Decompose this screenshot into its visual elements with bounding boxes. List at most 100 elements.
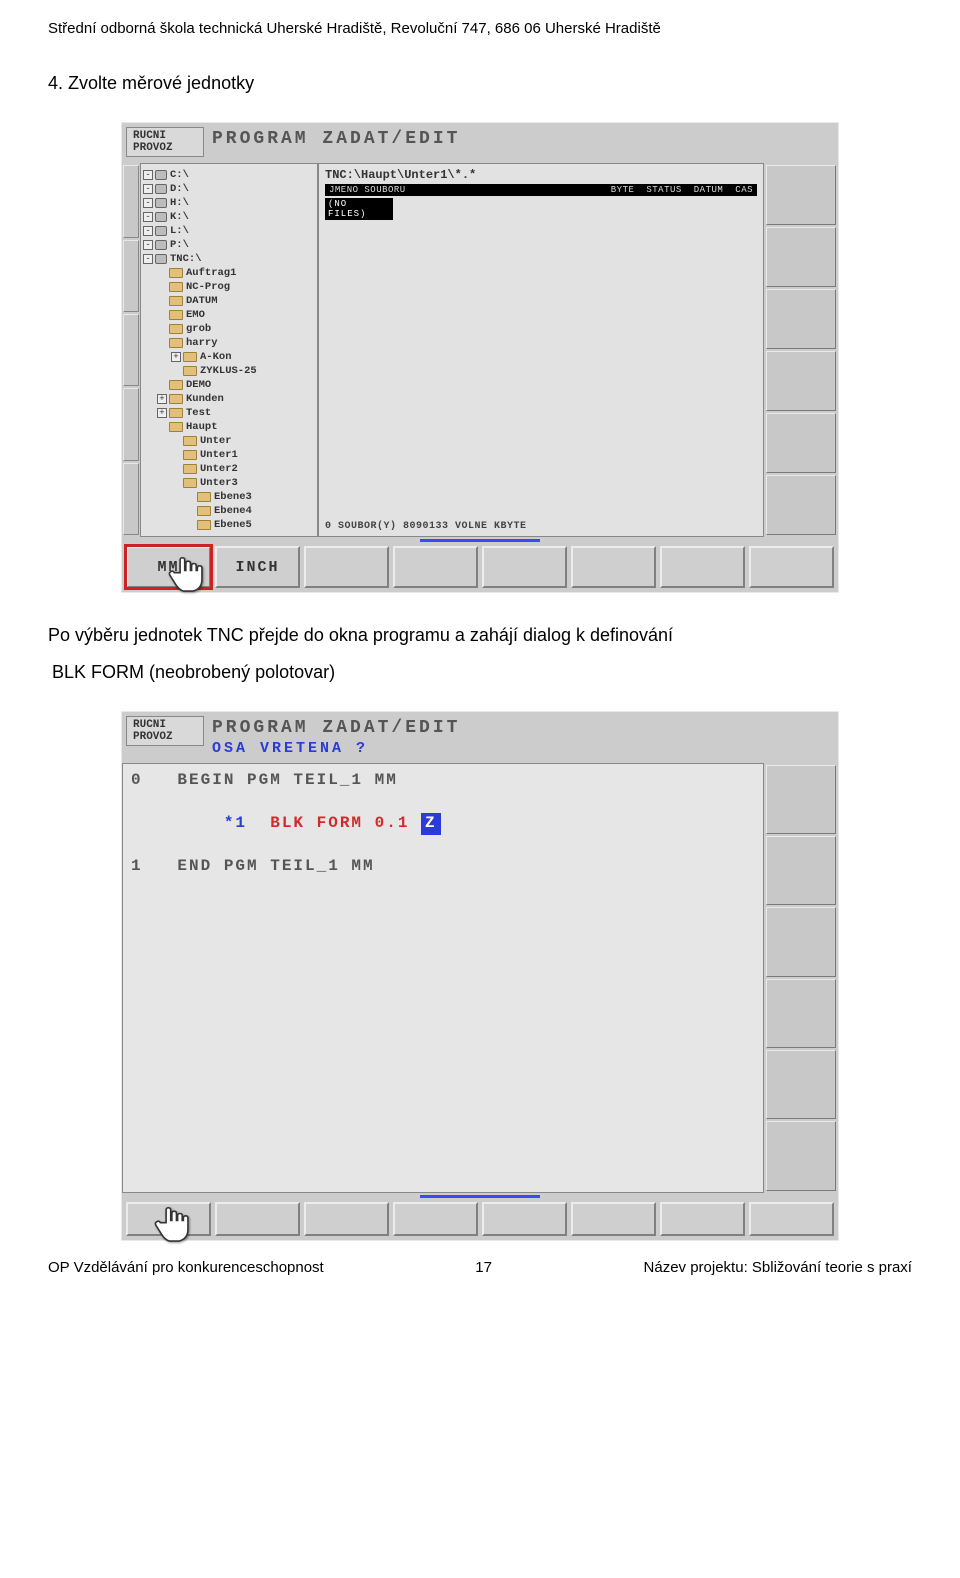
expander-icon[interactable]: - [143, 254, 153, 264]
folder-icon [183, 478, 197, 488]
column-header: JMENO SOUBORU BYTE STATUS DATUM CAS [325, 184, 757, 196]
tree-label: Ebene4 [214, 505, 252, 518]
tree-item[interactable]: Unter2 [143, 462, 315, 476]
right-sidebar [764, 763, 838, 1193]
code-active-text: BLK FORM 0.1 [247, 814, 421, 832]
side-button[interactable] [123, 165, 139, 237]
tree-label: H:\ [170, 197, 189, 210]
code-editor[interactable]: 0 BEGIN PGM TEIL_1 MM *1 BLK FORM 0.1 Z … [122, 763, 764, 1193]
tree-item[interactable]: Unter1 [143, 448, 315, 462]
softkey-button[interactable] [126, 1202, 211, 1236]
softkey-button[interactable] [304, 546, 389, 588]
tree-item[interactable]: DATUM [143, 294, 315, 308]
softkey-button[interactable] [749, 1202, 834, 1236]
tree-item[interactable]: +Test [143, 406, 315, 420]
file-list-pane: TNC:\Haupt\Unter1\*.* JMENO SOUBORU BYTE… [318, 163, 764, 537]
expander-icon[interactable]: - [143, 226, 153, 236]
page-footer: OP Vzdělávání pro konkurenceschopnost 17… [48, 1259, 912, 1276]
softkey-button[interactable] [482, 1202, 567, 1236]
right-button[interactable] [766, 165, 836, 225]
tree-item[interactable]: Auftrag1 [143, 266, 315, 280]
tree-item[interactable]: +Kunden [143, 392, 315, 406]
tree-item[interactable]: Ebene3 [143, 490, 315, 504]
tree-label: EMO [186, 309, 205, 322]
softkey-button[interactable] [393, 546, 478, 588]
right-button[interactable] [766, 979, 836, 1048]
tree-label: L:\ [170, 225, 189, 238]
softkey-button[interactable] [304, 1202, 389, 1236]
right-button[interactable] [766, 289, 836, 349]
tree-item[interactable]: - K:\ [143, 210, 315, 224]
right-button[interactable] [766, 227, 836, 287]
tree-label: Ebene5 [214, 519, 252, 532]
expander-icon[interactable]: - [143, 170, 153, 180]
expander-icon[interactable]: - [143, 198, 153, 208]
tree-item[interactable]: ZYKLUS-25 [143, 364, 315, 378]
right-button[interactable] [766, 907, 836, 976]
tree-item[interactable]: -P:\ [143, 238, 315, 252]
expander-icon[interactable]: - [143, 184, 153, 194]
tree-label: K:\ [170, 211, 189, 224]
tree-item[interactable]: Unter [143, 434, 315, 448]
side-button[interactable] [123, 463, 139, 535]
expander-icon[interactable]: - [143, 212, 153, 222]
screenshot-file-manager: RUCNI PROVOZ PROGRAM ZADAT/EDIT -C:\-D:\… [121, 122, 839, 593]
expander-icon[interactable]: + [157, 408, 167, 418]
right-button[interactable] [766, 475, 836, 535]
softkey-button[interactable] [571, 546, 656, 588]
softkey-button[interactable] [571, 1202, 656, 1236]
tree-item[interactable]: EMO [143, 308, 315, 322]
right-sidebar [764, 163, 838, 537]
side-button[interactable] [123, 388, 139, 460]
softkey-button[interactable]: INCH [215, 546, 300, 588]
softkey-button[interactable] [482, 546, 567, 588]
body-text-1: Po výběru jednotek TNC přejde do okna pr… [48, 621, 912, 650]
tree-item[interactable]: - L:\ [143, 224, 315, 238]
right-button[interactable] [766, 765, 836, 834]
tree-item[interactable]: Unter3 [143, 476, 315, 490]
right-button[interactable] [766, 1050, 836, 1119]
right-button[interactable] [766, 413, 836, 473]
page-number: 17 [475, 1259, 492, 1276]
tree-item[interactable]: Ebene5 [143, 518, 315, 532]
tree-item[interactable]: +A-Kon [143, 350, 315, 364]
expander-icon[interactable]: + [157, 394, 167, 404]
tree-item[interactable]: grob [143, 322, 315, 336]
right-button[interactable] [766, 351, 836, 411]
side-button[interactable] [123, 240, 139, 312]
softkey-button[interactable] [660, 546, 745, 588]
code-line-active: *1 BLK FORM 0.1 Z [131, 791, 755, 856]
tree-item[interactable]: -C:\ [143, 168, 315, 182]
tree-label: NC-Prog [186, 281, 230, 294]
tree-item[interactable]: NC-Prog [143, 280, 315, 294]
folder-icon [169, 422, 183, 432]
directory-tree[interactable]: -C:\-D:\-H:\-K:\-L:\-P:\-TNC:\Auftrag1NC… [140, 163, 318, 537]
tree-item[interactable]: -D:\ [143, 182, 315, 196]
softkey-button[interactable] [749, 546, 834, 588]
drive-icon [155, 226, 167, 236]
softkey-button[interactable] [393, 1202, 478, 1236]
tree-item[interactable]: Ebene4 [143, 504, 315, 518]
side-button[interactable] [123, 314, 139, 386]
folder-icon [169, 394, 183, 404]
softkey-button[interactable] [215, 1202, 300, 1236]
softkey-button[interactable]: MM [126, 546, 211, 588]
folder-icon [197, 520, 211, 530]
tree-item[interactable]: - H:\ [143, 196, 315, 210]
drive-icon [155, 170, 167, 180]
folder-icon [169, 310, 183, 320]
screen-subtitle: OSA VRETENA ? [212, 740, 834, 757]
tree-item[interactable]: Haupt [143, 420, 315, 434]
right-button[interactable] [766, 1121, 836, 1190]
tree-item[interactable]: harry [143, 336, 315, 350]
section-title: 4. Zvolte měrové jednotky [48, 73, 912, 94]
expander-icon[interactable]: + [171, 352, 181, 362]
tree-item[interactable]: DEMO [143, 378, 315, 392]
col-time: CAS [735, 185, 753, 195]
body-text-2: BLK FORM (neobrobený polotovar) [52, 658, 912, 687]
tree-item[interactable]: -TNC:\ [143, 252, 315, 266]
softkey-button[interactable] [660, 1202, 745, 1236]
expander-icon[interactable]: - [143, 240, 153, 250]
right-button[interactable] [766, 836, 836, 905]
tree-label: DEMO [186, 379, 211, 392]
